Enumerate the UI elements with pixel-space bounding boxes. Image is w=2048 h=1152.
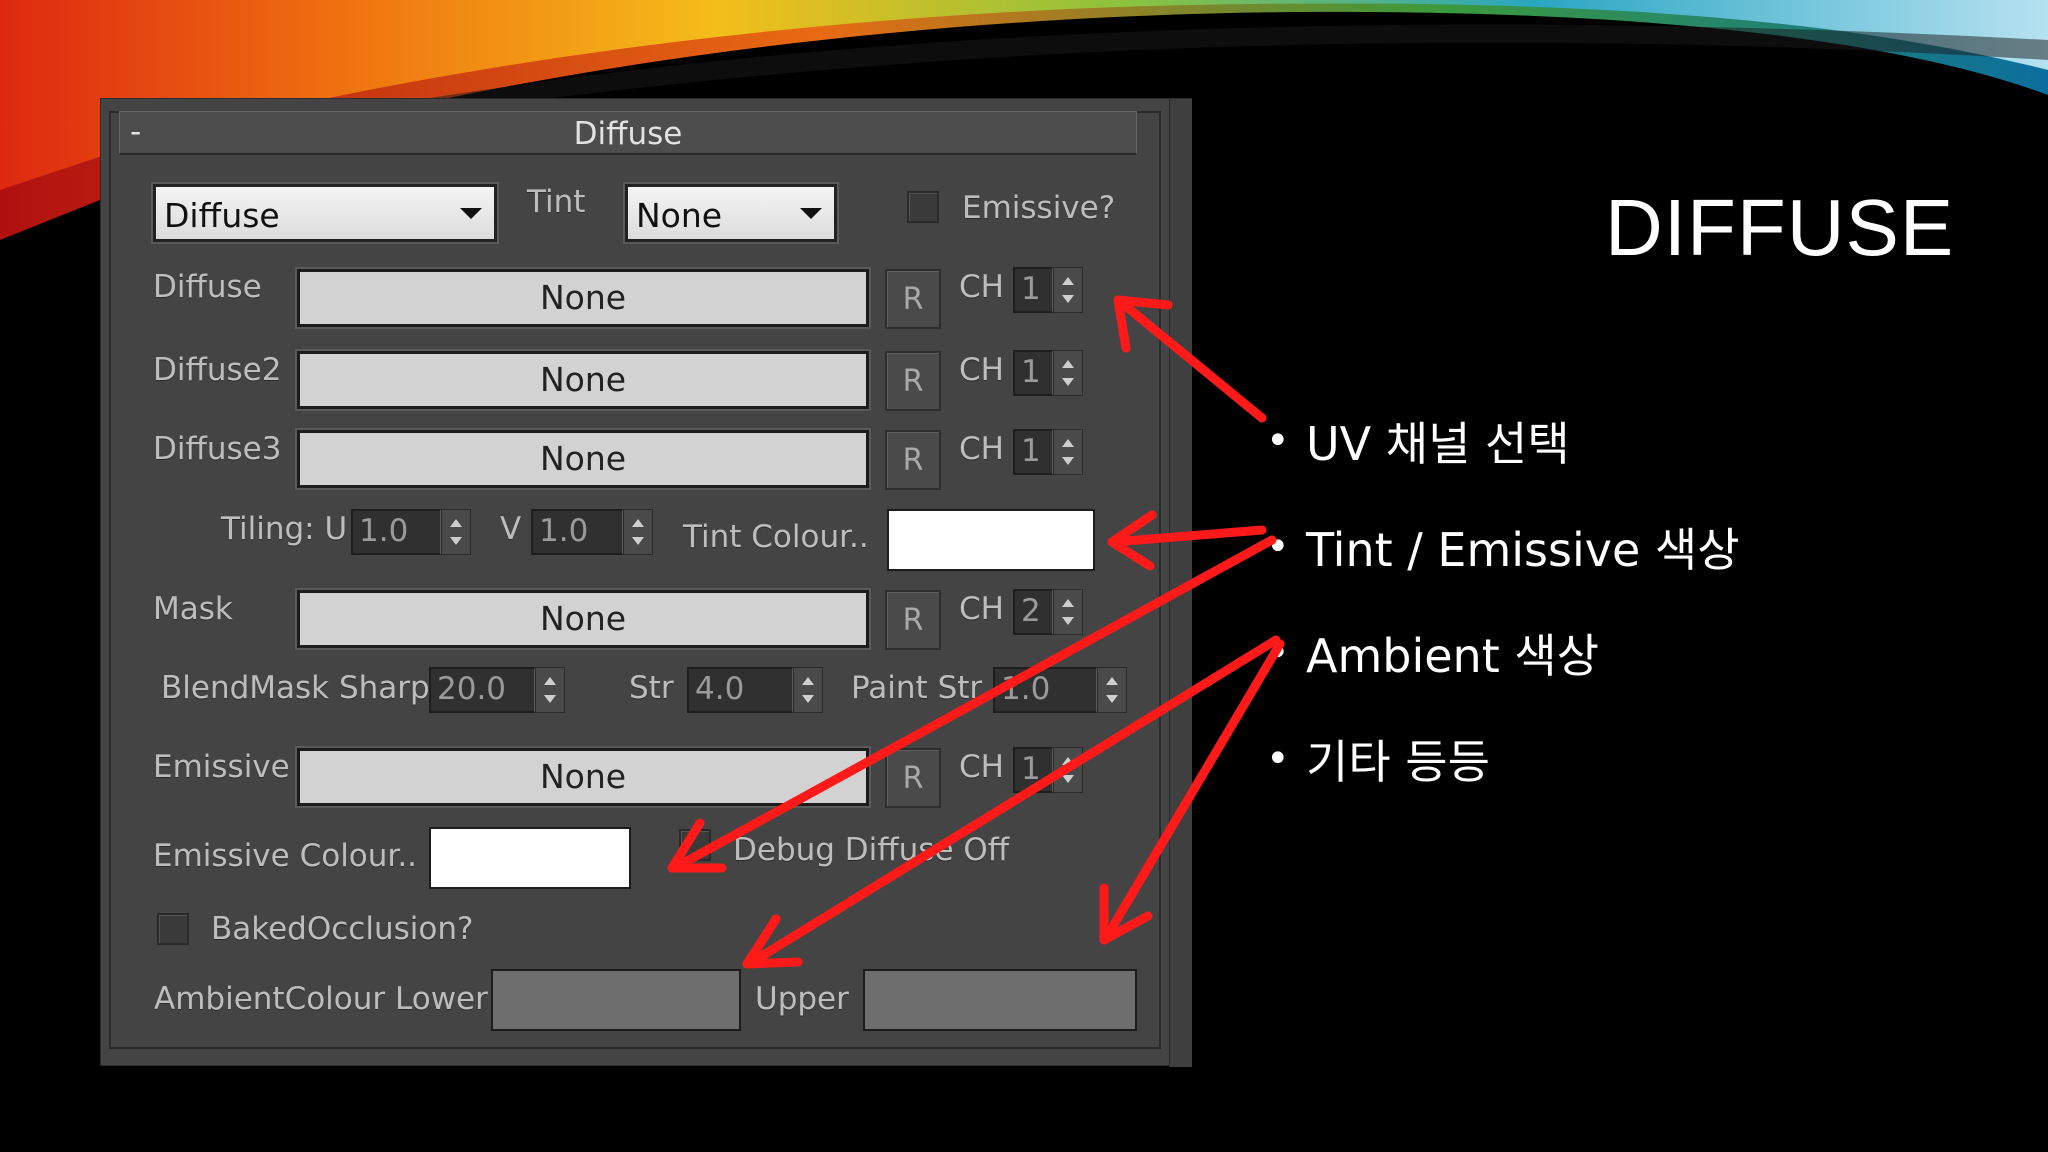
arrow-to-tint-colour xyxy=(1109,525,1267,547)
arrow-to-ambient-lower xyxy=(747,635,1281,967)
annotation-arrows xyxy=(667,295,1285,969)
arrow-to-emissive-colour xyxy=(673,535,1277,871)
arrow-to-uv-channel xyxy=(1117,298,1267,423)
